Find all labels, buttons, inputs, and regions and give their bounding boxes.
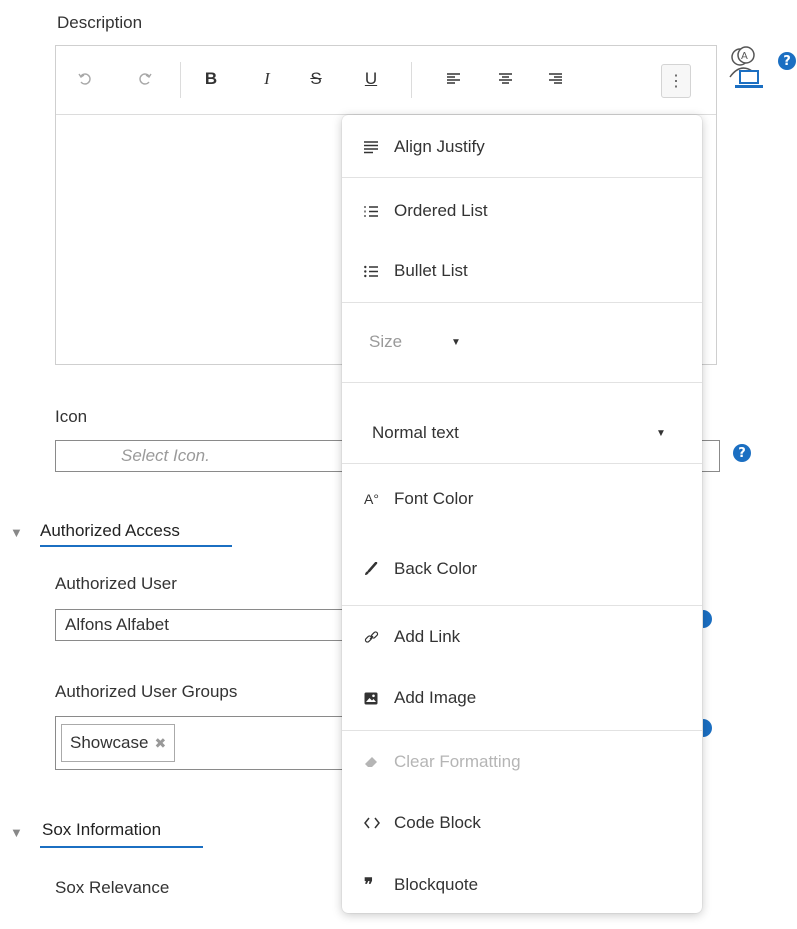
menu-item-add-image[interactable]: Add Image <box>342 678 702 718</box>
editor-toolbar: B I S U ⋮ <box>56 46 716 115</box>
menu-item-bullet-list[interactable]: Bullet List <box>342 251 702 291</box>
authorized-user-label: Authorized User <box>55 574 177 593</box>
align-center-button[interactable] <box>490 64 520 94</box>
section-underline <box>40 846 203 848</box>
menu-item-add-link[interactable]: Add Link <box>342 617 702 657</box>
align-left-button[interactable] <box>438 64 468 94</box>
eraser-icon <box>364 756 394 769</box>
redo-icon <box>139 73 152 85</box>
remove-chip-icon[interactable]: ✖ <box>154 735 166 752</box>
help-icon[interactable]: ? <box>733 444 751 462</box>
menu-item-align-justify[interactable]: Align Justify <box>342 127 702 167</box>
group-chip-label: Showcase <box>70 733 149 752</box>
ordered-list-icon <box>364 205 394 218</box>
help-icon[interactable] <box>703 719 712 737</box>
undo-button[interactable] <box>70 64 100 94</box>
menu-item-label: Clear Formatting <box>394 752 521 771</box>
align-left-icon <box>446 73 460 84</box>
bullet-list-icon <box>364 265 394 278</box>
menu-item-back-color[interactable]: Back Color <box>342 549 702 589</box>
menu-item-clear-formatting[interactable]: Clear Formatting <box>342 742 702 782</box>
toolbar-divider <box>180 62 181 98</box>
blockquote-icon: ❞ <box>364 875 374 894</box>
toolbar-divider <box>411 62 412 98</box>
menu-item-label: Blockquote <box>394 875 479 894</box>
menu-item-code-block[interactable]: Code Block <box>342 803 702 843</box>
image-icon <box>364 692 394 705</box>
format-dropdown[interactable]: Normal text ▼ <box>342 413 702 453</box>
more-options-button[interactable]: ⋮ <box>661 64 691 98</box>
collapse-triangle-icon[interactable]: ▼ <box>10 525 23 540</box>
menu-item-label: Ordered List <box>394 201 488 220</box>
help-icon[interactable] <box>703 610 712 628</box>
menu-item-label: Back Color <box>394 559 478 578</box>
menu-divider <box>342 302 702 303</box>
authorized-access-heading[interactable]: Authorized Access <box>40 521 180 541</box>
align-right-icon <box>548 73 562 84</box>
undo-icon <box>78 73 91 85</box>
strikethrough-button[interactable]: S <box>301 64 331 94</box>
menu-divider <box>342 605 702 606</box>
size-label: Size <box>369 332 403 351</box>
brush-icon <box>364 562 394 576</box>
caret-down-icon: ▼ <box>451 336 461 348</box>
menu-item-label: Code Block <box>394 813 481 832</box>
icon-field-label: Icon <box>55 407 88 426</box>
menu-divider <box>342 177 702 178</box>
collapse-triangle-icon[interactable]: ▼ <box>10 825 23 840</box>
menu-item-label: Align Justify <box>394 137 485 156</box>
user-computer-icon: A <box>724 45 768 98</box>
authorized-user-input[interactable]: Alfons Alfabet <box>55 609 355 641</box>
authorized-user-groups-input[interactable]: Showcase ✖ <box>55 716 355 770</box>
underline-button[interactable]: U <box>356 64 386 94</box>
authorized-user-groups-label: Authorized User Groups <box>55 682 238 701</box>
menu-item-blockquote[interactable]: ❞ Blockquote <box>342 865 702 905</box>
italic-button[interactable]: I <box>252 64 282 94</box>
format-label: Normal text <box>372 423 459 442</box>
svg-text:A: A <box>741 51 748 62</box>
section-underline <box>40 545 232 547</box>
menu-item-ordered-list[interactable]: Ordered List <box>342 191 702 231</box>
align-justify-icon <box>364 140 394 154</box>
editor-more-menu: Align Justify Ordered List Bullet List S… <box>342 115 702 913</box>
sox-relevance-label: Sox Relevance <box>55 878 170 897</box>
align-center-icon <box>498 73 512 84</box>
group-chip: Showcase ✖ <box>61 724 176 762</box>
menu-item-label: Add Link <box>394 627 461 646</box>
font-color-icon: A° <box>364 491 379 507</box>
description-label: Description <box>57 13 143 32</box>
caret-down-icon: ▼ <box>656 427 666 439</box>
menu-divider <box>342 463 702 464</box>
menu-item-label: Font Color <box>394 489 474 508</box>
menu-divider <box>342 382 702 383</box>
bold-button[interactable]: B <box>196 64 226 94</box>
link-icon <box>364 630 394 645</box>
menu-item-label: Add Image <box>394 688 477 707</box>
menu-divider <box>342 730 702 731</box>
align-right-button[interactable] <box>540 64 570 94</box>
size-dropdown[interactable]: Size ▼ <box>342 322 702 362</box>
menu-item-font-color[interactable]: A° Font Color <box>342 479 702 519</box>
help-icon[interactable]: ? <box>778 52 796 70</box>
redo-button[interactable] <box>130 64 160 94</box>
code-icon <box>364 817 394 829</box>
menu-item-label: Bullet List <box>394 261 468 280</box>
sox-information-heading[interactable]: Sox Information <box>42 820 161 840</box>
